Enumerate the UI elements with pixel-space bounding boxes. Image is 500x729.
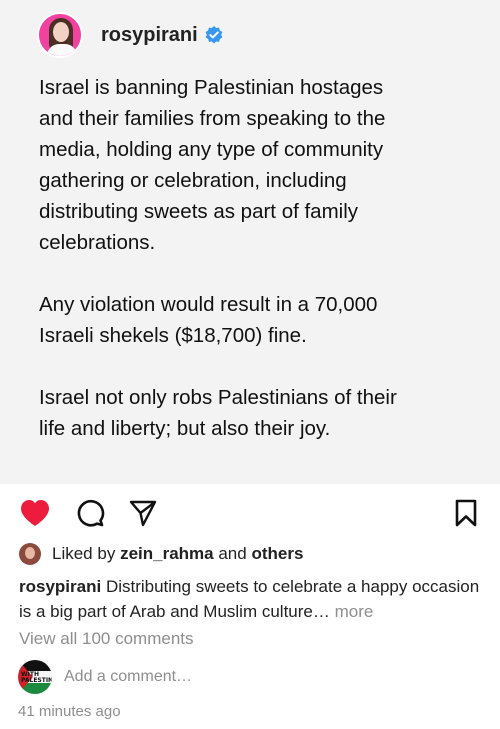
post-timestamp: 41 minutes ago bbox=[18, 703, 121, 720]
likes-text: Liked by zein_rahma and others bbox=[52, 544, 303, 564]
liker-avatar[interactable] bbox=[19, 543, 41, 565]
author-username[interactable]: rosypirani bbox=[101, 24, 198, 47]
heart-filled-icon[interactable] bbox=[18, 496, 52, 530]
caption-username[interactable]: rosypirani bbox=[19, 577, 101, 596]
send-paper-plane-icon[interactable] bbox=[126, 496, 160, 530]
likes-row: Liked by zein_rahma and others bbox=[19, 543, 303, 565]
likes-conjunction: and bbox=[218, 544, 247, 563]
action-bar bbox=[0, 496, 500, 532]
post-image[interactable]: rosypirani Israel is banning Palestinian… bbox=[0, 0, 500, 484]
add-comment-row: WITH PALESTINE bbox=[18, 660, 364, 694]
view-all-comments-link[interactable]: View all 100 comments bbox=[19, 629, 194, 649]
add-comment-input[interactable] bbox=[64, 668, 364, 686]
likes-prefix: Liked by bbox=[52, 544, 116, 563]
post-image-text: Israel is banning Palestinian hostages a… bbox=[39, 76, 397, 440]
avatar-text: WITH PALESTINE bbox=[21, 671, 52, 684]
author-avatar[interactable] bbox=[37, 12, 83, 58]
caption-more-link[interactable]: more bbox=[335, 602, 374, 621]
comment-bubble-icon[interactable] bbox=[73, 496, 107, 530]
likes-others-link[interactable]: others bbox=[251, 544, 303, 563]
post-card: rosypirani Israel is banning Palestinian… bbox=[0, 0, 500, 729]
verified-badge-icon bbox=[204, 25, 224, 45]
bookmark-icon[interactable] bbox=[449, 496, 483, 530]
post-header: rosypirani bbox=[37, 12, 224, 58]
post-caption: rosypirani Distributing sweets to celebr… bbox=[19, 574, 489, 624]
my-avatar: WITH PALESTINE bbox=[18, 660, 52, 694]
liker-username[interactable]: zein_rahma bbox=[120, 544, 214, 563]
author-name-row: rosypirani bbox=[101, 24, 224, 47]
